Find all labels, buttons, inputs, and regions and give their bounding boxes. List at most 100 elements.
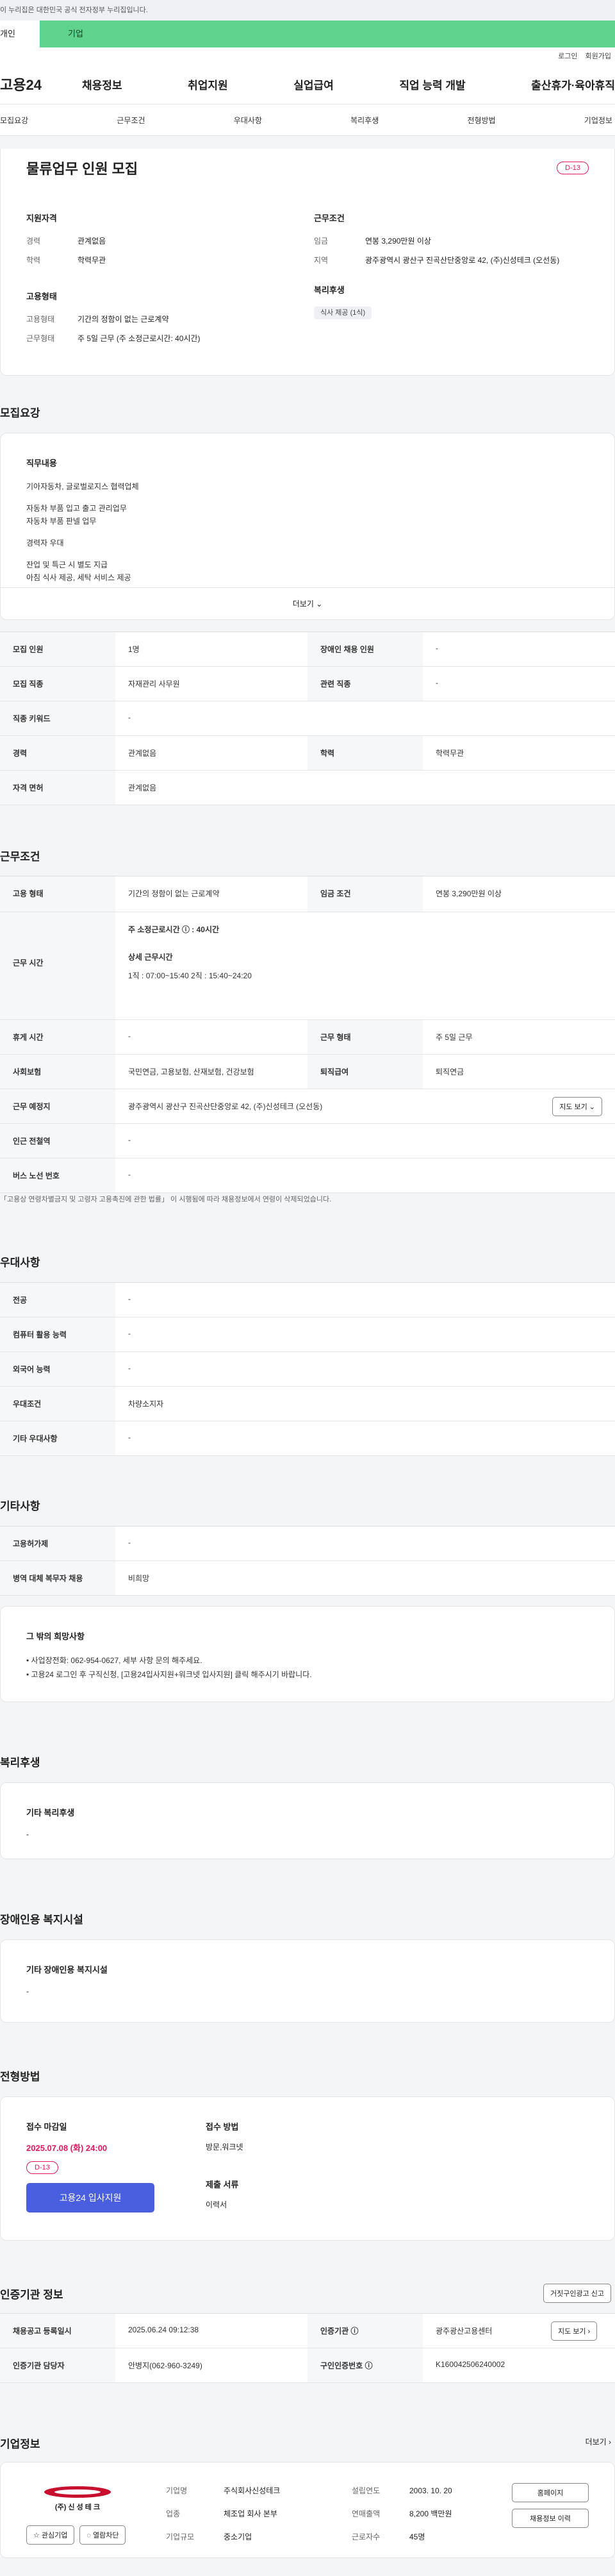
disab-box: 기타 장애인용 복지시설 - (0, 1939, 615, 2023)
table-header: 고용허가제 (0, 1526, 115, 1560)
table-header: 외국어 능력 (0, 1352, 115, 1386)
table-cell: - (128, 1538, 131, 1547)
size-label: 기업규모 (166, 2532, 195, 2541)
company-logo-icon (44, 2486, 111, 2498)
subnav-pref[interactable]: 우대사항 (234, 115, 262, 126)
table-cell: 비희망 (128, 1574, 150, 1583)
etc-line: • 사업장전화: 062-954-0627, 세부 사항 문의 해주세요. (26, 1656, 202, 1665)
table-row: 외국어 능력 - (0, 1352, 615, 1387)
subnav-recruit[interactable]: 모집요강 (0, 115, 28, 126)
table-cell: 광주광역시 광산구 진곡산단중앙로 42, (주)신성테크 (오선동) (128, 1102, 323, 1111)
table-row: 모집 인원 1명 장애인 채용 인원 - (0, 632, 615, 667)
hours-detail: 1직 : 07:00~15:40 2직 : 15:40~24:20 (128, 971, 252, 980)
table-header: 퇴직급여 (308, 1055, 423, 1089)
name-value: 주식회사신성테크 (224, 2486, 281, 2495)
section-nav: 모집요강 근무조건 우대사항 복리후생 전형방법 기업정보 (0, 104, 615, 136)
table-row: 인근 전철역 - (0, 1124, 615, 1158)
table-header: 버스 노선 번호 (0, 1158, 115, 1192)
map-button[interactable]: 지도 보기 ⌄ (552, 1097, 602, 1116)
type-value: 기간의 정함이 없는 근로계약 (78, 315, 169, 324)
subnav-screen[interactable]: 전형방법 (467, 115, 495, 126)
edu-value: 학력무관 (78, 256, 106, 265)
table-cell: - (128, 1329, 131, 1338)
block-button[interactable]: ◌ 열람차단 (79, 2525, 126, 2545)
nav-benefit[interactable]: 실업급여 (293, 76, 334, 92)
benefit-box-title: 기타 복리후생 (26, 1808, 75, 1818)
homepage-button[interactable]: 홈페이지 (512, 2483, 589, 2502)
table-header: 관련 직종 (308, 667, 423, 701)
disab-value: - (26, 1987, 29, 1996)
table-row: 사회보험 국민연금, 고용보험, 산재보험, 건강보험 퇴직급여 퇴직연금 (0, 1055, 615, 1089)
ind-label: 업종 (166, 2509, 181, 2518)
apply-button[interactable]: 고용24 입사지원 (26, 2183, 154, 2212)
year-label: 설립연도 (352, 2486, 381, 2495)
welfare-title: 복리후생 (313, 285, 345, 295)
tab-person[interactable]: 개인 (0, 21, 40, 47)
fav-button[interactable]: ☆ 관심기업 (26, 2525, 75, 2545)
tab-biz[interactable]: 기업 (40, 21, 615, 47)
table-cell: 1명 (128, 645, 140, 654)
nav-leave[interactable]: 출산휴가·육아휴직 (531, 76, 615, 92)
job-title: 물류업무 인원 모집 (26, 161, 138, 177)
table-cell: - (436, 678, 438, 687)
year-value: 2003. 10. 20 (409, 2486, 452, 2495)
table-header: 모집 직종 (0, 667, 115, 701)
table-row: 채용공고 등록일시 2025.06.24 09:12:38 인증기관 ⓘ 광주광산고용… (0, 2314, 615, 2348)
screen-title: 전형방법 (0, 2071, 40, 2083)
table-cell: 관계없음 (128, 783, 157, 792)
career-label: 경력 (26, 237, 41, 246)
table-cell: 연봉 3,290만원 이상 (436, 889, 502, 898)
table-cell: - (128, 1135, 131, 1144)
table-row: 인증기관 담당자 안병지(062-960-3249) 구인인증번호 ⓘ K160042… (0, 2348, 615, 2383)
hours-main: 주 소정근로시간 ⓘ : 40시간 (128, 925, 220, 934)
etc-table: 고용허가제 - 병역 대체 복무자 채용 비희망 (0, 1526, 615, 1596)
job-desc-box: 직무내용 기아자동차, 글로벌로지스 협력업체 자동차 부품 입고 출고 관리업… (0, 433, 615, 620)
table-row: 경력 관계없음 학력 학력무관 (0, 736, 615, 771)
certify-map-button[interactable]: 지도 보기 › (551, 2321, 598, 2341)
job-desc-line: 자동차 부품 입고 출고 관리업무 (26, 504, 127, 513)
region-label: 지역 (313, 256, 329, 265)
company-more[interactable]: 더보기 › (586, 2436, 611, 2447)
etc-title: 기타사항 (0, 1500, 40, 1512)
etc-box-title: 그 밖의 희망사항 (26, 1632, 85, 1641)
jobs-history-button[interactable]: 채용정보 이력 (512, 2509, 589, 2528)
user-type-tabs: 개인 기업 (0, 21, 615, 47)
util-bar: 로그인 회원가입 (0, 47, 615, 64)
site-logo[interactable]: 고용24 (0, 74, 82, 94)
nav-support[interactable]: 취업지원 (188, 76, 228, 92)
subnav-cond[interactable]: 근무조건 (117, 115, 145, 126)
nav-training[interactable]: 직업 능력 개발 (399, 76, 465, 92)
table-header: 휴게 시간 (0, 1020, 115, 1054)
more-button[interactable]: 더보기 ⌄ (1, 587, 614, 619)
report-button[interactable]: 거짓구인광고 신고 (543, 2284, 611, 2303)
gov-banner: 이 누리집은 대한민국 공식 전자정부 누리집입니다. (0, 0, 615, 21)
table-row: 고용 형태 기간의 정함이 없는 근로계약 임금 조건 연봉 3,290만원 이상 (0, 876, 615, 912)
table-cell: - (128, 1032, 131, 1041)
recruit-table: 모집 인원 1명 장애인 채용 인원 - 모집 직종 자재관리 사무원 관련 직종 - 직종… (0, 631, 615, 805)
job-desc-line: 기아자동차, 글로벌로지스 협력업체 (26, 482, 139, 491)
table-row: 우대조건 차량소지자 (0, 1387, 615, 1421)
cond-title: 근무조건 (313, 213, 345, 223)
signup-link[interactable]: 회원가입 (586, 51, 611, 61)
deadline-label: 접수 마감일 (26, 2122, 67, 2132)
table-row: 기타 우대사항 - (0, 1421, 615, 1456)
subnav-company[interactable]: 기업정보 (584, 115, 612, 126)
edu-label: 학력 (26, 256, 41, 265)
workcond-table: 고용 형태 기간의 정함이 없는 근로계약 임금 조건 연봉 3,290만원 이상 근… (0, 876, 615, 1193)
deadline-value: 2025.07.08 (화) 24:00 (26, 2143, 108, 2153)
table-cell: - (128, 713, 131, 722)
subnav-welfare[interactable]: 복리후생 (350, 115, 379, 126)
disab-box-title: 기타 장애인용 복지시설 (26, 1965, 108, 1975)
table-cell: 2025.06.24 09:12:38 (128, 2325, 199, 2334)
table-row: 컴퓨터 활용 능력 - (0, 1317, 615, 1352)
main-nav: 고용24 채용정보 취업지원 실업급여 직업 능력 개발 출산휴가·육아휴직 (0, 64, 615, 104)
table-header: 인증기관 담당자 (0, 2348, 115, 2382)
table-cell: K160042506240002 (436, 2360, 505, 2369)
benefit-box: 기타 복리후생 - (0, 1782, 615, 1859)
table-row: 직종 키워드 - (0, 701, 615, 736)
login-link[interactable]: 로그인 (558, 51, 577, 61)
sales-value: 8,200 백만원 (409, 2509, 452, 2518)
region-value: 광주광역시 광산구 진곡산단중앙로 42, (주)신성테크 (오선동) (365, 256, 560, 265)
nav-jobs[interactable]: 채용정보 (82, 76, 122, 92)
certify-table: 채용공고 등록일시 2025.06.24 09:12:38 인증기관 ⓘ 광주광산고용… (0, 2313, 615, 2383)
